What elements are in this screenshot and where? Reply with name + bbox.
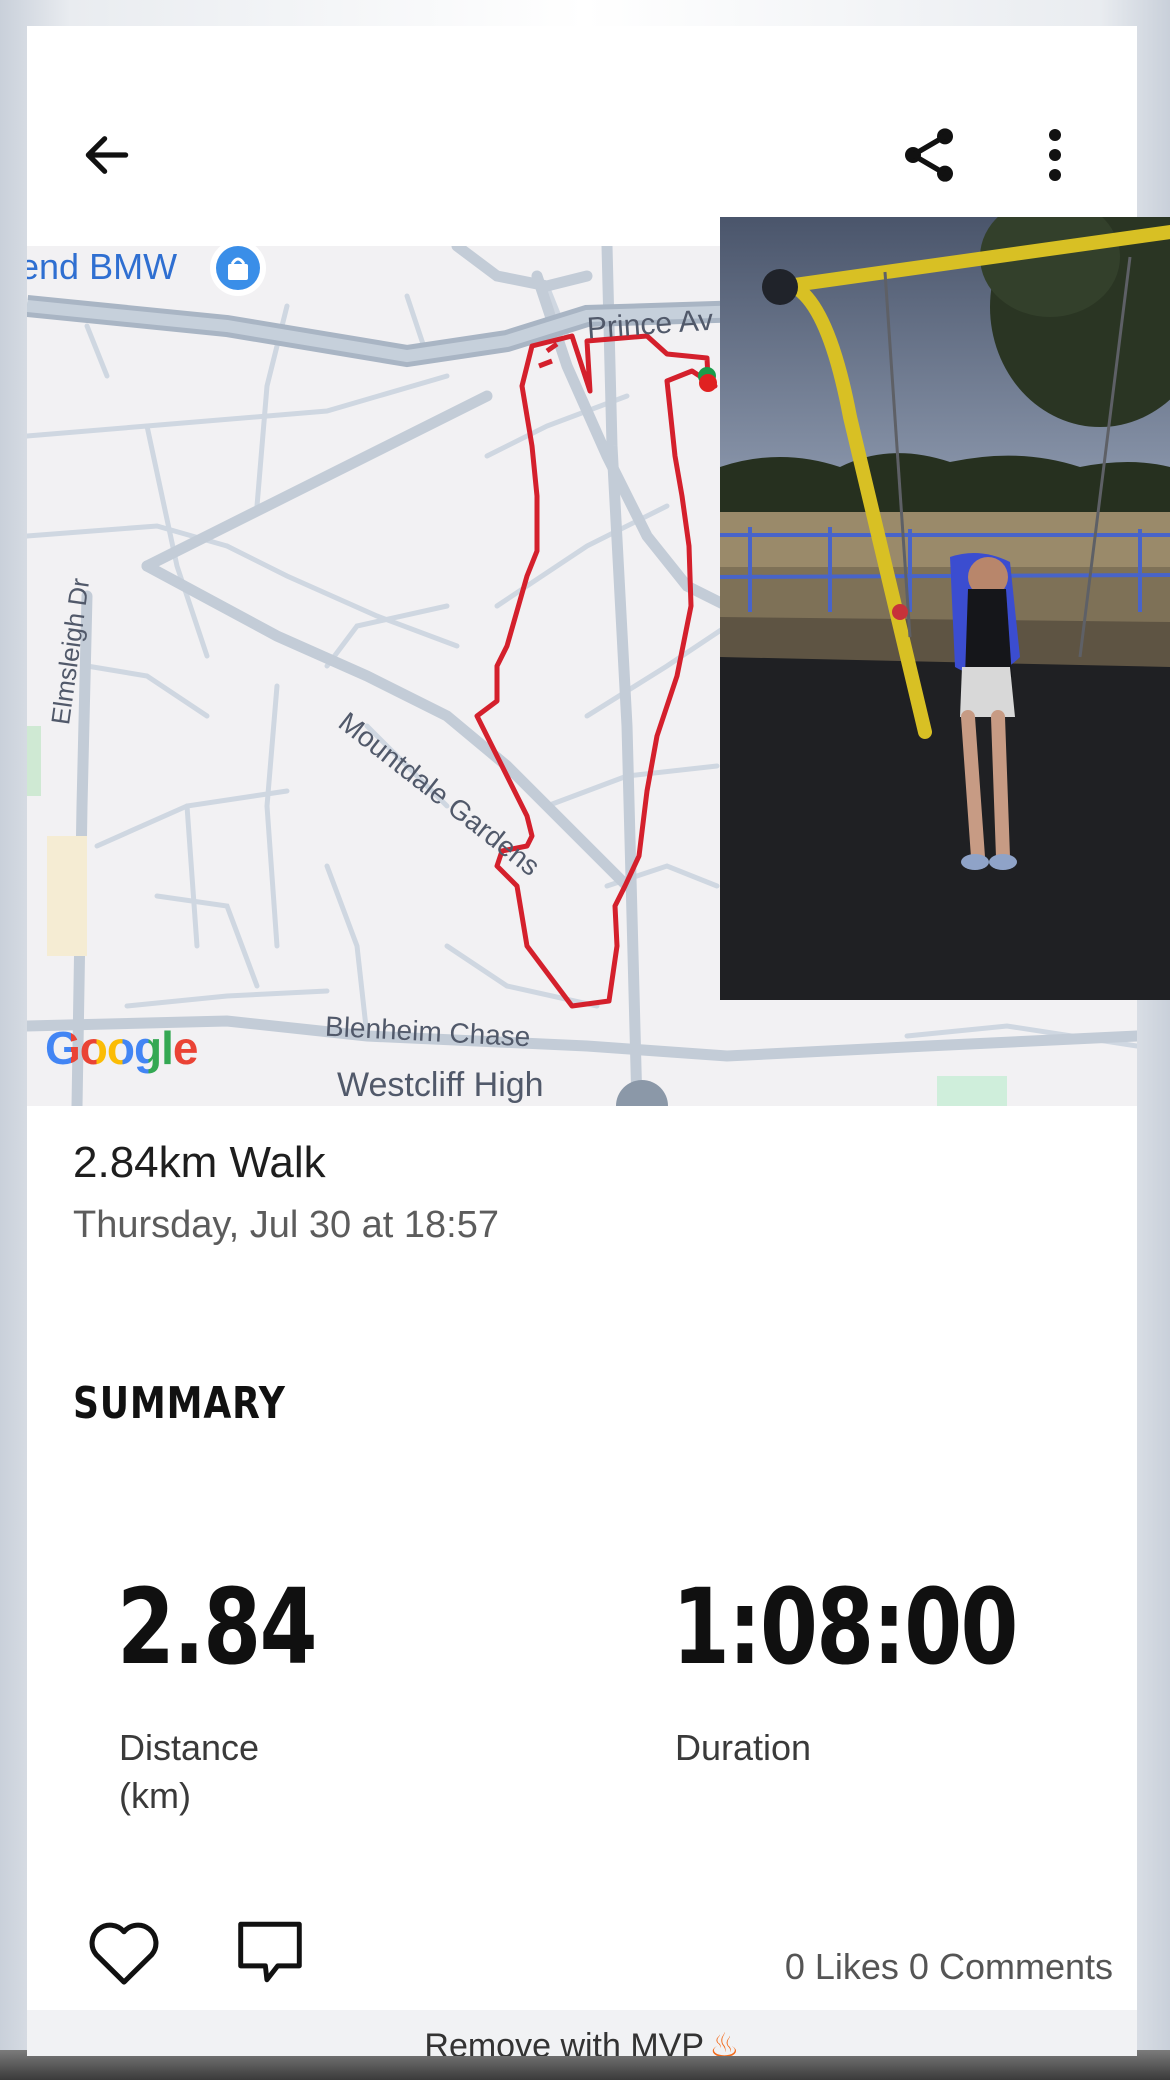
share-icon [905, 128, 953, 182]
summary-heading: SUMMARY [73, 1378, 286, 1429]
comment-button[interactable] [220, 1902, 320, 2002]
activity-title: 2.84km Walk [73, 1138, 326, 1187]
like-button[interactable] [74, 1902, 174, 2002]
activity-photo[interactable] [720, 217, 1170, 1000]
distance-value: 2.84 [117, 1566, 317, 1688]
place-pin-icon [616, 1080, 668, 1106]
arrow-left-icon [85, 136, 129, 174]
more-vertical-icon [1049, 129, 1061, 181]
bag-pin-icon [210, 246, 266, 296]
remove-ads-banner[interactable]: Remove with MVP ♨ [27, 2010, 1137, 2056]
likes-comments-count[interactable]: 0 Likes 0 Comments [785, 1946, 1113, 1988]
heart-icon [89, 1922, 159, 1985]
google-logo: Google [45, 1022, 198, 1074]
activity-screen: end BMW Prince Av Elmsleigh Dr Mountdale… [27, 26, 1170, 2056]
duration-label: Duration [675, 1727, 812, 1768]
remove-ads-text: Remove with MVP [424, 2027, 705, 2056]
photo-image [720, 217, 1170, 1000]
comment-icon [238, 1921, 302, 1983]
more-options-button[interactable] [1010, 110, 1100, 200]
duration-value: 1:08:00 [672, 1566, 1018, 1688]
distance-label: Distance (km) [119, 1727, 260, 1816]
map-label-westcliff: Westcliff High [337, 1066, 544, 1104]
back-button[interactable] [62, 110, 152, 200]
activity-date: Thursday, Jul 30 at 18:57 [73, 1204, 499, 1246]
share-button[interactable] [884, 110, 974, 200]
map-label-dealer: end BMW [27, 246, 178, 287]
flame-icon: ♨ [709, 2027, 740, 2056]
end-marker [699, 374, 717, 392]
